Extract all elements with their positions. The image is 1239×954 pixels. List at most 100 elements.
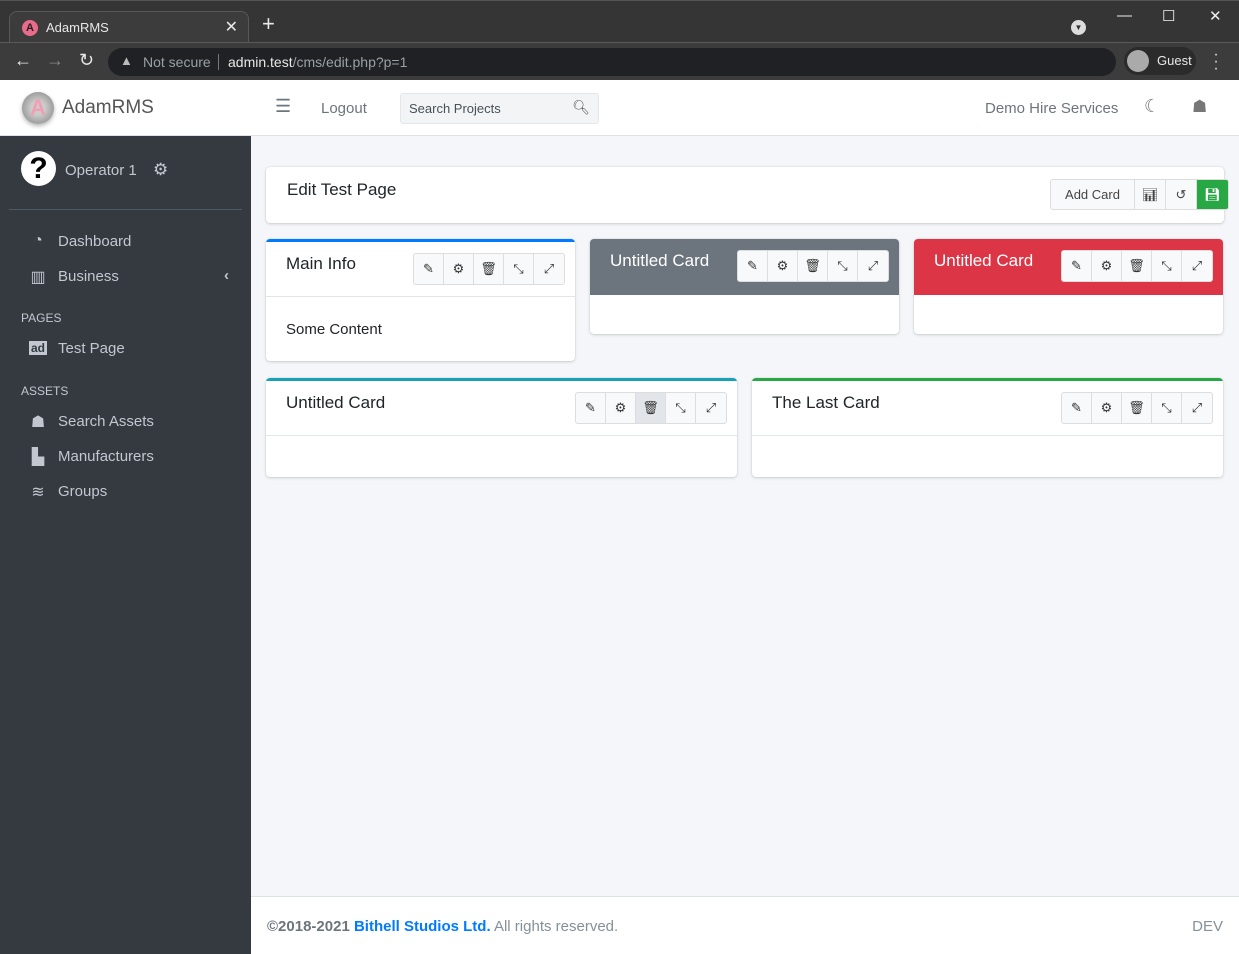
card-tools: ✎ ⚙ 🗑︎ ⤡ ⤢ xyxy=(1061,392,1213,424)
minimize-icon[interactable]: — xyxy=(1117,7,1132,24)
gear-icon[interactable]: ⚙ xyxy=(606,393,636,423)
search-input[interactable] xyxy=(401,94,566,123)
sidebar-divider xyxy=(9,209,242,210)
compress-icon[interactable]: ⤡ xyxy=(1152,251,1182,281)
industry-icon: ▙ xyxy=(31,449,45,466)
tab-strip: A AdamRMS ✕ + ▼ — ☐ ✕ xyxy=(0,0,1239,44)
profile-avatar-icon xyxy=(1127,50,1149,72)
save-icon[interactable]: 💾︎ xyxy=(1197,180,1228,209)
reload-icon[interactable]: ↻ xyxy=(79,51,94,69)
layer-group-icon: ≋ xyxy=(31,484,45,501)
trash-icon[interactable]: 🗑︎ xyxy=(1122,251,1152,281)
trash-icon[interactable]: 🗑︎ xyxy=(1122,393,1152,423)
sidebar-item-manufacturers[interactable]: ▙ Manufacturers xyxy=(8,440,243,474)
card-header: Main Info ✎ ⚙ 🗑︎ ⤡ ⤢ xyxy=(266,242,575,297)
close-tab-icon[interactable]: ✕ xyxy=(225,17,238,37)
warehouse-icon[interactable]: ☗ xyxy=(1192,97,1207,117)
address-bar[interactable]: ▲ Not secure admin.test/cms/edit.php?p=1 xyxy=(108,48,1116,76)
app: A AdamRMS ? Operator 1 ⚙ ◔ Dashboard ▥ B… xyxy=(0,80,1239,954)
edit-icon[interactable]: ✎ xyxy=(414,254,444,284)
search-icon[interactable]: 🔍︎ xyxy=(572,99,590,116)
card-header: Untitled Card ✎ ⚙ 🗑︎ ⤡ ⤢ xyxy=(266,381,737,436)
profile-label: Guest xyxy=(1157,53,1192,68)
top-navbar: ☰ Logout 🔍︎ Demo Hire Services ☾ ☗ xyxy=(251,80,1239,136)
gear-icon[interactable]: ⚙ xyxy=(1092,393,1122,423)
brand-link[interactable]: A AdamRMS xyxy=(0,80,251,136)
url-host: admin.test xyxy=(228,54,293,70)
copyright-years: ©2018-2021 xyxy=(267,918,350,935)
sidebar-item-search-assets[interactable]: ☗ Search Assets xyxy=(8,405,243,439)
page-header-card: Edit Test Page Add Card 📊︎ ↺ 💾︎ xyxy=(266,167,1229,223)
compress-icon[interactable]: ⤡ xyxy=(1152,393,1182,423)
url-text: admin.test/cms/edit.php?p=1 xyxy=(228,54,407,70)
sidebar-header-pages: PAGES xyxy=(21,311,62,325)
browser-tab[interactable]: A AdamRMS ✕ xyxy=(9,11,249,44)
card-body-text: Some Content xyxy=(286,321,382,338)
sidebar: A AdamRMS ? Operator 1 ⚙ ◔ Dashboard ▥ B… xyxy=(0,80,251,954)
card-title: Main Info xyxy=(286,254,356,273)
user-name[interactable]: Operator 1 xyxy=(65,162,137,179)
sidebar-item-groups[interactable]: ≋ Groups xyxy=(8,475,243,509)
user-panel: ? Operator 1 ⚙ xyxy=(0,136,251,210)
organisation-name[interactable]: Demo Hire Services xyxy=(985,100,1118,117)
sidebar-item-label: Manufacturers xyxy=(58,448,154,465)
security-label: Not secure xyxy=(143,54,211,70)
user-avatar-icon[interactable]: ? xyxy=(21,151,56,186)
card-tools: ✎ ⚙ 🗑︎ ⤡ ⤢ xyxy=(737,250,889,282)
moon-icon[interactable]: ☾ xyxy=(1144,96,1160,117)
adamrms-logo-icon: A xyxy=(22,92,54,124)
sidebar-item-label: Test Page xyxy=(58,340,125,357)
forward-icon[interactable]: → xyxy=(46,51,64,69)
tab-search-icon[interactable]: ▼ xyxy=(1071,20,1086,35)
gear-icon[interactable]: ⚙ xyxy=(153,160,168,180)
expand-icon[interactable]: ⤢ xyxy=(696,393,726,423)
window-close-icon[interactable]: ✕ xyxy=(1209,7,1222,25)
edit-icon[interactable]: ✎ xyxy=(1062,393,1092,423)
history-icon[interactable]: ↺ xyxy=(1166,180,1197,209)
edit-icon[interactable]: ✎ xyxy=(1062,251,1092,281)
card-title: Untitled Card xyxy=(610,251,710,270)
profile-button[interactable]: Guest xyxy=(1124,47,1196,75)
brand-name: AdamRMS xyxy=(62,97,154,118)
gear-icon[interactable]: ⚙ xyxy=(444,254,474,284)
edit-icon[interactable]: ✎ xyxy=(738,251,768,281)
sidebar-item-test-page[interactable]: ad Test Page xyxy=(8,332,243,366)
add-card-button[interactable]: Add Card xyxy=(1051,180,1135,209)
edit-icon[interactable]: ✎ xyxy=(576,393,606,423)
gear-icon[interactable]: ⚙ xyxy=(768,251,798,281)
maximize-icon[interactable]: ☐ xyxy=(1162,7,1175,25)
logout-link[interactable]: Logout xyxy=(321,100,367,117)
sidebar-item-label: Business xyxy=(58,268,119,285)
environment-label: DEV xyxy=(1192,918,1223,935)
compress-icon[interactable]: ⤡ xyxy=(504,254,534,284)
ad-icon: ad xyxy=(28,341,47,355)
favicon-icon: A xyxy=(22,20,38,36)
trash-icon[interactable]: 🗑︎ xyxy=(798,251,828,281)
page-toolbar: Add Card 📊︎ ↺ 💾︎ xyxy=(1050,179,1229,210)
expand-icon[interactable]: ⤢ xyxy=(1182,251,1212,281)
footer: ©2018-2021 Bithell Studios Ltd. All righ… xyxy=(251,896,1239,954)
trash-icon[interactable]: 🗑︎ xyxy=(636,393,666,423)
sidebar-item-label: Dashboard xyxy=(58,233,132,250)
new-tab-button[interactable]: + xyxy=(262,13,275,35)
hamburger-menu-icon[interactable]: ☰ xyxy=(275,96,291,117)
sidebar-item-dashboard[interactable]: ◔ Dashboard xyxy=(8,225,243,259)
card-tools: ✎ ⚙ 🗑︎ ⤡ ⤢ xyxy=(575,392,727,424)
card-untitled-secondary: Untitled Card ✎ ⚙ 🗑︎ ⤡ ⤢ xyxy=(590,239,899,334)
expand-icon[interactable]: ⤢ xyxy=(858,251,888,281)
chart-icon[interactable]: 📊︎ xyxy=(1135,180,1166,209)
sidebar-item-label: Groups xyxy=(58,483,108,500)
compress-icon[interactable]: ⤡ xyxy=(828,251,858,281)
building-icon: ▥ xyxy=(30,269,46,286)
expand-icon[interactable]: ⤢ xyxy=(1182,393,1212,423)
sidebar-item-business[interactable]: ▥ Business ‹ xyxy=(8,260,243,294)
company-link[interactable]: Bithell Studios Ltd. xyxy=(354,918,491,935)
gear-icon[interactable]: ⚙ xyxy=(1092,251,1122,281)
warning-icon: ▲ xyxy=(120,53,133,68)
compress-icon[interactable]: ⤡ xyxy=(666,393,696,423)
card-title: Untitled Card xyxy=(286,393,386,412)
trash-icon[interactable]: 🗑︎ xyxy=(474,254,504,284)
back-icon[interactable]: ← xyxy=(14,51,32,69)
expand-icon[interactable]: ⤢ xyxy=(534,254,564,284)
browser-menu-icon[interactable]: · · · xyxy=(1212,47,1220,77)
